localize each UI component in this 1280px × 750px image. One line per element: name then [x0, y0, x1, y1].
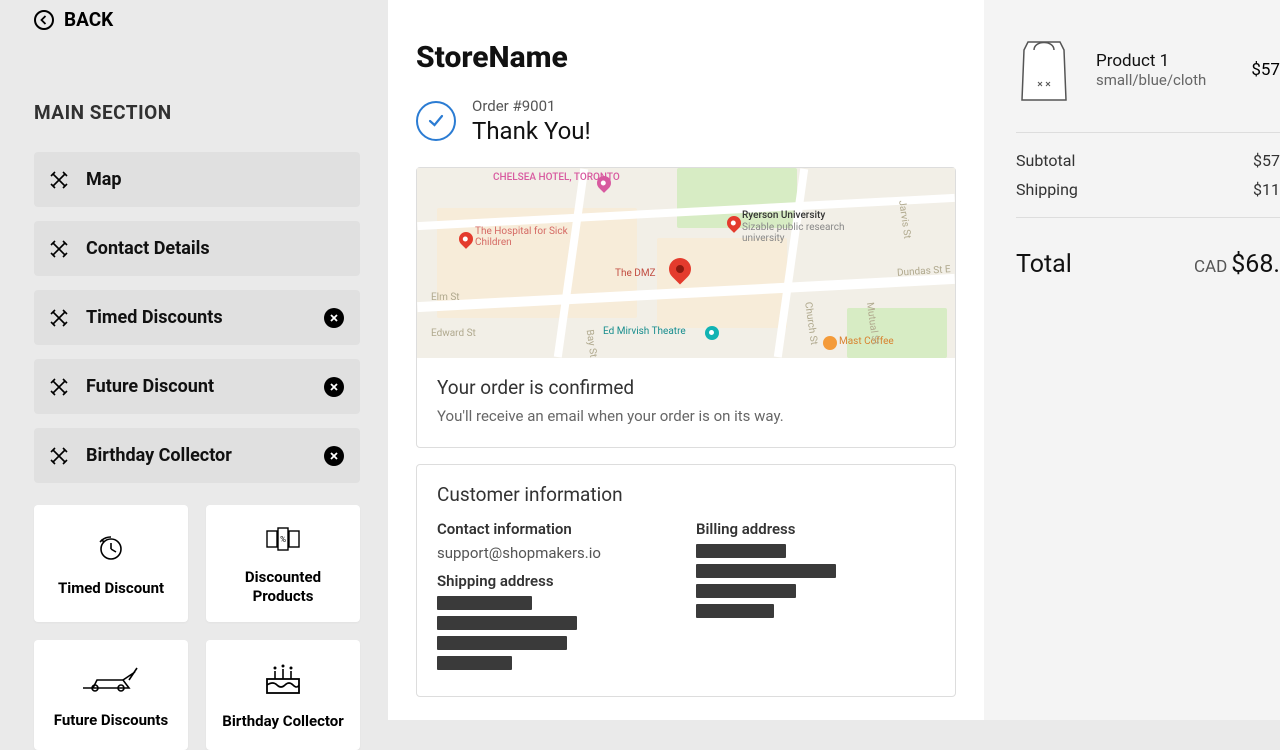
drag-icon: [50, 171, 68, 189]
tile-label: Discounted Products: [216, 568, 350, 606]
shipping-address-label: Shipping address: [437, 572, 676, 590]
map-label-elm: Elm St: [431, 292, 460, 303]
remove-icon[interactable]: [324, 377, 344, 397]
map-label-bay: Bay St: [584, 329, 599, 358]
svg-text:%: %: [280, 535, 286, 544]
item-label: Timed Discounts: [86, 307, 344, 328]
product-name: Product 1: [1096, 51, 1206, 71]
shipping-value: $11: [1253, 180, 1280, 199]
map-panel: CHELSEA HOTEL, TORONTO The Hospital for …: [416, 167, 956, 448]
section-item-contact-details[interactable]: Contact Details: [34, 221, 360, 276]
confirmed-sub: You'll receive an email when your order …: [437, 407, 935, 425]
tile-birthday-collector[interactable]: Birthday Collector: [206, 640, 360, 750]
order-header: Order #9001 Thank You!: [416, 97, 956, 145]
back-arrow-icon: [34, 10, 54, 30]
section-item-birthday-collector[interactable]: Birthday Collector: [34, 428, 360, 483]
drag-icon: [50, 240, 68, 258]
item-label: Birthday Collector: [86, 445, 344, 466]
shipping-line: Shipping $11: [1016, 180, 1280, 199]
section-item-future-discount[interactable]: Future Discount: [34, 359, 360, 414]
section-title: MAIN SECTION: [34, 101, 360, 124]
remove-icon[interactable]: [324, 446, 344, 466]
redacted-line: [437, 616, 577, 630]
contact-info-label: Contact information: [437, 520, 676, 538]
total-value: CAD$68.: [1194, 250, 1280, 279]
subtotal-line: Subtotal $57: [1016, 151, 1280, 170]
redacted-line: [437, 656, 512, 670]
tile-future-discounts[interactable]: Future Discounts: [34, 640, 188, 750]
total-row: Total CAD$68.: [1016, 250, 1280, 279]
tile-label: Future Discounts: [54, 711, 168, 730]
contact-email: support@shopmakers.io: [437, 544, 676, 562]
map-label-coffee: Mast Coffee: [839, 336, 894, 347]
drag-icon: [50, 378, 68, 396]
subtotal-value: $57: [1253, 151, 1280, 170]
map-label-edward: Edward St: [431, 328, 476, 339]
map-image: CHELSEA HOTEL, TORONTO The Hospital for …: [417, 168, 955, 358]
redacted-line: [696, 564, 836, 578]
map-label-hospital: The Hospital for Sick Children: [475, 226, 575, 248]
redacted-line: [696, 584, 796, 598]
product-variant: small/blue/cloth: [1096, 71, 1206, 89]
bag-icon: [1016, 34, 1072, 106]
confirmed-title: Your order is confirmed: [437, 376, 935, 399]
item-label: Contact Details: [86, 238, 344, 259]
item-label: Future Discount: [86, 376, 344, 397]
shipping-label: Shipping: [1016, 180, 1078, 199]
sidebar: BACK MAIN SECTION Map Contact Details Time…: [0, 0, 388, 720]
store-name: StoreName: [416, 40, 956, 75]
redacted-line: [437, 636, 567, 650]
product-price: $57: [1251, 60, 1280, 80]
billing-address-label: Billing address: [696, 520, 935, 538]
back-label: BACK: [64, 8, 113, 31]
customer-info-title: Customer information: [417, 465, 955, 512]
divider: [1016, 217, 1280, 218]
map-label-dmz: The DMZ: [615, 268, 656, 279]
future-discounts-icon: [79, 664, 143, 701]
map-label-jarvis: Jarvis St: [896, 200, 912, 240]
order-number: Order #9001: [472, 97, 591, 115]
product-row: Product 1 small/blue/cloth $57: [1016, 34, 1280, 106]
map-label-theatre: Ed Mirvish Theatre: [603, 326, 686, 337]
discounted-products-icon: %: [266, 525, 300, 558]
map-label-ryerson: Ryerson University: [742, 210, 825, 221]
back-button[interactable]: BACK: [34, 8, 360, 31]
thank-you: Thank You!: [472, 117, 591, 145]
tile-discounted-products[interactable]: % Discounted Products: [206, 505, 360, 622]
divider: [1016, 132, 1280, 133]
order-summary: Product 1 small/blue/cloth $57 Subtotal …: [984, 0, 1280, 720]
total-label: Total: [1016, 250, 1072, 279]
check-icon: [416, 101, 456, 141]
remove-icon[interactable]: [324, 308, 344, 328]
redacted-line: [696, 544, 786, 558]
preview-pane: StoreName Order #9001 Thank You! CHELSEA…: [388, 0, 984, 720]
map-label-church: Church St: [802, 301, 819, 345]
drag-icon: [50, 309, 68, 327]
map-pin-coffee: [823, 336, 837, 350]
section-item-timed-discounts[interactable]: Timed Discounts: [34, 290, 360, 345]
tile-label: Timed Discount: [58, 579, 164, 598]
section-item-map[interactable]: Map: [34, 152, 360, 207]
tile-label: Birthday Collector: [222, 712, 344, 731]
customer-info-panel: Customer information Contact information…: [416, 464, 956, 697]
map-label-ryerson-sub: Sizable public research university: [742, 222, 852, 244]
redacted-line: [437, 596, 532, 610]
subtotal-label: Subtotal: [1016, 151, 1075, 170]
tile-timed-discount[interactable]: Timed Discount: [34, 505, 188, 622]
timed-discount-icon: [96, 532, 126, 569]
birthday-collector-icon: [263, 663, 303, 702]
drag-icon: [50, 447, 68, 465]
redacted-line: [696, 604, 774, 618]
item-label: Map: [86, 169, 344, 190]
map-pin-theatre: [705, 326, 719, 340]
